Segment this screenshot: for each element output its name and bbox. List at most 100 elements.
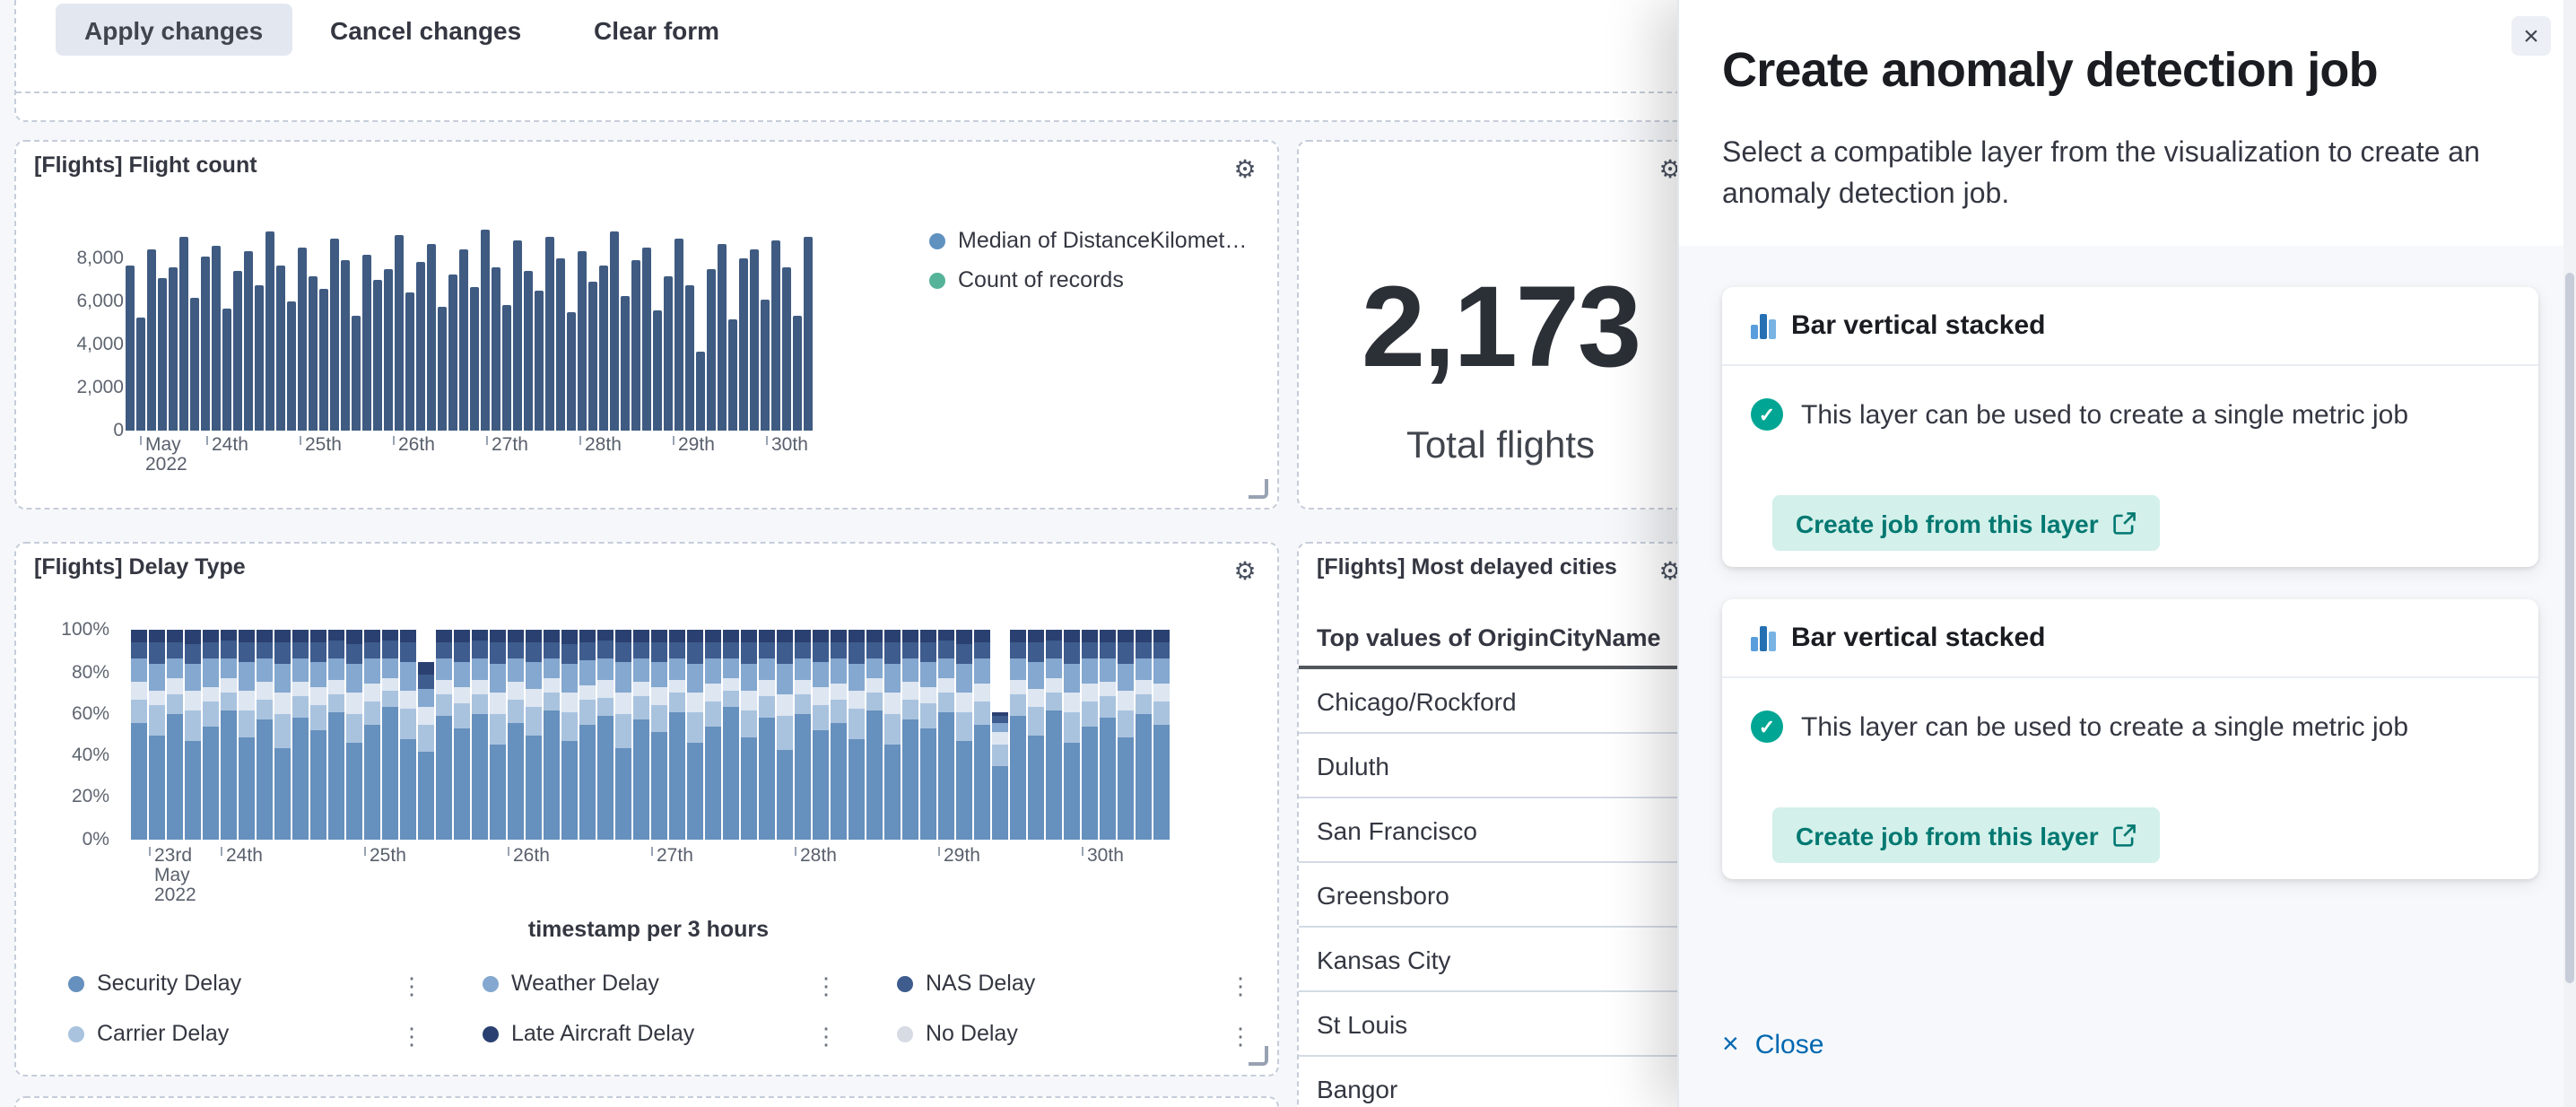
bar — [739, 258, 748, 431]
stacked-bar — [597, 630, 614, 840]
bar — [578, 251, 587, 431]
stacked-bar — [795, 630, 811, 840]
stacked-bar — [1153, 630, 1170, 840]
create-job-button[interactable]: Create job from this layer — [1772, 495, 2160, 551]
stacked-bar — [526, 630, 542, 840]
table-column-header[interactable]: Top values of OriginCityName — [1299, 608, 1702, 669]
bar — [395, 235, 404, 431]
gear-icon[interactable]: ⚙ — [1227, 151, 1263, 187]
legend-item[interactable]: No Delay — [897, 1021, 1018, 1046]
total-flights-panel: ⚙ 2,173 Total flights — [1297, 140, 1704, 510]
bar — [190, 298, 199, 431]
resize-handle-icon[interactable] — [1249, 479, 1268, 499]
table-row[interactable]: Greensboro — [1299, 863, 1702, 928]
stacked-bar — [149, 630, 165, 840]
cancel-changes-button[interactable]: Cancel changes — [330, 4, 521, 56]
bar — [696, 352, 705, 431]
stacked-bar — [651, 630, 667, 840]
stacked-bar — [1082, 630, 1098, 840]
create-job-button[interactable]: Create job from this layer — [1772, 807, 2160, 863]
bar — [610, 231, 619, 431]
scrollbar-thumb[interactable] — [2565, 273, 2574, 983]
check-circle-icon: ✓ — [1751, 398, 1783, 431]
legend-label: No Delay — [926, 1021, 1018, 1046]
stacked-bar — [902, 630, 918, 840]
stacked-bar — [920, 630, 936, 840]
legend-label: Security Delay — [97, 971, 241, 996]
x-axis-tick: 24th — [221, 847, 263, 867]
stacked-bar — [1028, 630, 1044, 840]
table-row[interactable]: San Francisco — [1299, 798, 1702, 863]
table-row[interactable]: St Louis — [1299, 992, 1702, 1057]
stacked-bar — [472, 630, 488, 840]
legend-item[interactable]: Median of DistanceKilomet… — [929, 228, 1247, 253]
stacked-bar — [490, 630, 506, 840]
controls-panel: Apply changes Cancel changes Clear form — [14, 0, 1817, 122]
flight-count-panel: [Flights] Flight count ⚙ 8,000 6,000 4,0… — [14, 140, 1279, 510]
x-axis-tick: May 2022 — [140, 436, 187, 475]
stacked-bar — [310, 630, 326, 840]
bar — [384, 269, 393, 431]
stacked-bar — [759, 630, 775, 840]
compatibility-message: This layer can be used to create a singl… — [1801, 399, 2408, 430]
bar — [373, 280, 382, 431]
scrollbar-track[interactable] — [2563, 0, 2576, 1107]
legend-label: Count of records — [958, 267, 1124, 292]
bar — [255, 285, 264, 431]
table-row[interactable]: Kansas City — [1299, 928, 1702, 992]
clear-form-button[interactable]: Clear form — [594, 4, 719, 56]
legend-options-icon[interactable]: ⋮ — [814, 1024, 838, 1050]
bar — [265, 231, 274, 431]
gear-icon[interactable]: ⚙ — [1227, 553, 1263, 588]
stacked-bar — [1100, 630, 1116, 840]
stacked-bar — [508, 630, 524, 840]
legend-label: Carrier Delay — [97, 1021, 229, 1046]
table-row[interactable]: Duluth — [1299, 734, 1702, 798]
flyout-close-button[interactable]: × Close — [1722, 1030, 1823, 1060]
dashboard: Apply changes Cancel changes Clear form … — [0, 0, 2576, 1107]
x-axis-tick: 25th — [300, 436, 342, 456]
x-axis-tick: 30th — [766, 436, 808, 456]
stacked-bar — [346, 630, 362, 840]
legend-item[interactable]: Carrier Delay — [68, 1021, 229, 1046]
stacked-bar — [436, 630, 452, 840]
external-link-icon — [2113, 511, 2137, 535]
panel-title: [Flights] Most delayed cities — [1317, 554, 1617, 580]
y-axis-tick: 2,000 — [52, 379, 124, 398]
bar-chart-icon — [1751, 313, 1775, 338]
stacked-bar — [669, 630, 685, 840]
table-row[interactable]: Bangor — [1299, 1057, 1702, 1107]
flight-count-chart[interactable] — [126, 228, 825, 431]
bar — [481, 230, 490, 431]
legend-dot — [483, 1025, 499, 1042]
y-axis-tick: 60% — [38, 705, 109, 725]
legend-item[interactable]: Late Aircraft Delay — [483, 1021, 694, 1046]
bar — [685, 285, 694, 431]
legend-item[interactable]: Weather Delay — [483, 971, 659, 996]
close-icon[interactable]: × — [2511, 16, 2551, 56]
legend-label: NAS Delay — [926, 971, 1035, 996]
stacked-bar — [221, 630, 237, 840]
layer-card-header: Bar vertical stacked — [1722, 599, 2538, 678]
legend-item[interactable]: Count of records — [929, 267, 1124, 292]
bar — [341, 260, 350, 431]
legend-options-icon[interactable]: ⋮ — [400, 974, 423, 999]
resize-handle-icon[interactable] — [1249, 1046, 1268, 1066]
bar — [298, 248, 307, 431]
legend-options-icon[interactable]: ⋮ — [1229, 974, 1252, 999]
create-job-label: Create job from this layer — [1796, 509, 2099, 537]
bar — [567, 312, 576, 431]
table-row[interactable]: Chicago/Rockford — [1299, 669, 1702, 734]
apply-changes-button[interactable]: Apply changes — [56, 4, 292, 56]
legend-item[interactable]: NAS Delay — [897, 971, 1035, 996]
bar — [470, 287, 479, 431]
stacked-bar — [1064, 630, 1080, 840]
legend-options-icon[interactable]: ⋮ — [400, 1024, 423, 1050]
legend-options-icon[interactable]: ⋮ — [814, 974, 838, 999]
legend-dot — [929, 232, 945, 248]
delay-type-chart[interactable] — [131, 630, 1171, 840]
flyout-title: Create anomaly detection job — [1722, 43, 2378, 99]
x-axis-tick: 28th — [795, 847, 837, 867]
legend-item[interactable]: Security Delay — [68, 971, 241, 996]
stacked-bar — [849, 630, 865, 840]
